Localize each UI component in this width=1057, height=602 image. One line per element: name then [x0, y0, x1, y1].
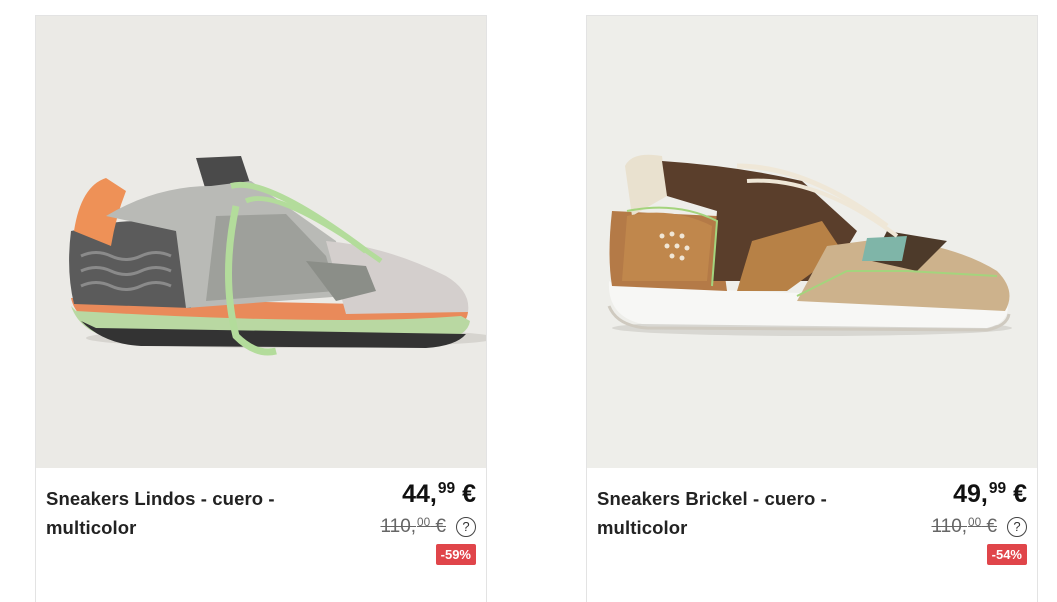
old-price: 110,00 €: [931, 516, 997, 538]
old-price-cents: 00: [417, 515, 431, 529]
product-info: Sneakers Lindos - cuero - multicolor 44,…: [36, 468, 486, 602]
help-icon[interactable]: ?: [456, 517, 476, 537]
price-cents: 99: [437, 480, 456, 498]
sneaker-brickel-image: [607, 154, 1012, 336]
product-image[interactable]: [587, 16, 1037, 468]
old-price-currency: €: [430, 516, 446, 537]
product-card[interactable]: Sneakers Brickel - cuero - multicolor 49…: [586, 15, 1038, 602]
current-price: 44,99 €: [402, 480, 476, 509]
old-price-cents: 00: [968, 515, 982, 529]
sneaker-lindos-image: [69, 156, 486, 356]
help-icon[interactable]: ?: [1007, 517, 1027, 537]
price-currency: €: [1006, 480, 1027, 508]
product-info: Sneakers Brickel - cuero - multicolor 49…: [587, 468, 1037, 602]
current-price: 49,99 €: [953, 480, 1027, 509]
product-image[interactable]: [36, 16, 486, 468]
old-price-row: 110,00 € ?: [380, 516, 476, 538]
discount-badge: -54%: [986, 544, 1027, 565]
price-main: 44,: [402, 480, 437, 508]
product-card[interactable]: Sneakers Lindos - cuero - multicolor 44,…: [35, 15, 487, 602]
discount-badge: -59%: [435, 544, 476, 565]
old-price: 110,00 €: [380, 516, 446, 538]
old-price-main: 110,: [931, 516, 968, 537]
old-price-row: 110,00 € ?: [931, 516, 1027, 538]
price-currency: €: [455, 480, 476, 508]
price-main: 49,: [953, 480, 988, 508]
old-price-main: 110,: [380, 516, 417, 537]
product-title[interactable]: Sneakers Brickel - cuero - multicolor: [597, 484, 857, 542]
product-grid: Sneakers Lindos - cuero - multicolor 44,…: [0, 0, 1057, 602]
product-title[interactable]: Sneakers Lindos - cuero - multicolor: [46, 484, 306, 542]
price-cents: 99: [988, 480, 1007, 498]
old-price-currency: €: [981, 516, 997, 537]
